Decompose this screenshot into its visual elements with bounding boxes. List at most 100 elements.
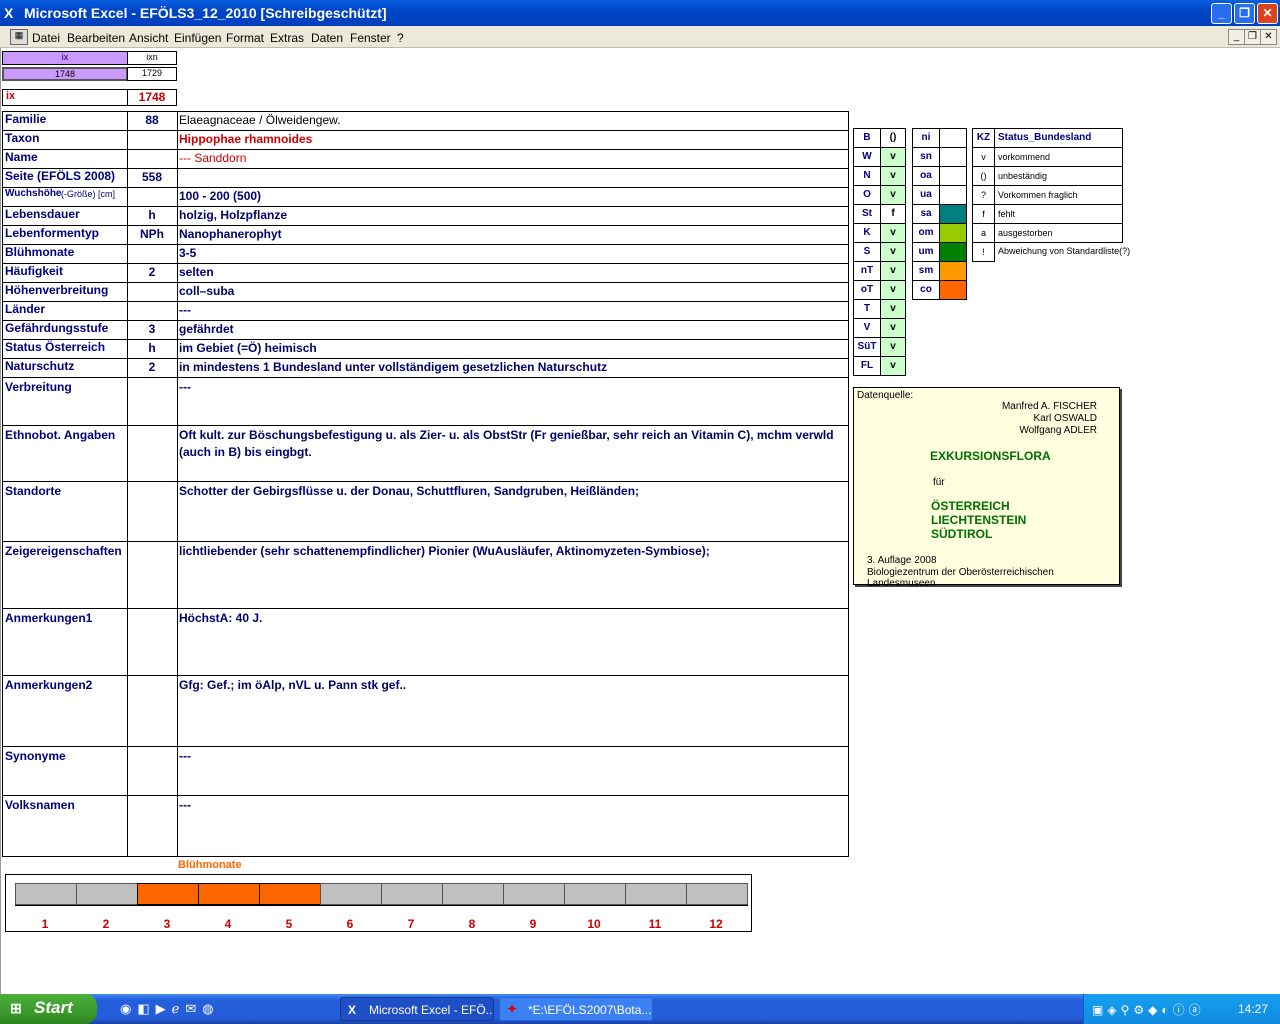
task-excel[interactable]: X Microsoft Excel - EFÖ... bbox=[340, 997, 494, 1021]
region-status-cell[interactable]: f bbox=[880, 204, 906, 224]
row-code[interactable]: NPh bbox=[127, 227, 177, 241]
altitude-color-cell[interactable] bbox=[939, 147, 967, 167]
tray-icons[interactable]: ▣◈⚲⚙◆◐ⓘⓐ bbox=[1092, 1001, 1205, 1018]
altitude-code-cell[interactable]: ni bbox=[912, 128, 940, 148]
month-bar-7[interactable] bbox=[381, 883, 443, 905]
altitude-code-cell[interactable]: ua bbox=[912, 185, 940, 205]
row-code[interactable]: 2 bbox=[127, 360, 177, 374]
doc-close-button[interactable]: ✕ bbox=[1260, 29, 1277, 45]
ix-number-cell[interactable]: 1748 bbox=[127, 89, 177, 106]
row-value[interactable]: coll–suba bbox=[179, 284, 234, 298]
region-code-cell[interactable]: St bbox=[853, 204, 881, 224]
menu-ansicht[interactable]: Ansicht bbox=[129, 31, 168, 45]
region-code-cell[interactable]: FL bbox=[853, 356, 881, 376]
row-value[interactable]: 100 - 200 (500) bbox=[179, 189, 261, 203]
row-value[interactable]: gefährdet bbox=[179, 322, 234, 336]
row-value[interactable]: Nanophanerophyt bbox=[179, 227, 282, 241]
task-browser[interactable]: ✦ *E:\EFÖLS2007\Bota... bbox=[499, 997, 653, 1021]
menu-datei[interactable]: Datei bbox=[32, 31, 60, 45]
big-row-value[interactable]: --- bbox=[179, 749, 191, 763]
row-value[interactable]: 3-5 bbox=[179, 246, 196, 260]
row-code[interactable]: 3 bbox=[127, 322, 177, 336]
region-status-cell[interactable]: () bbox=[880, 128, 906, 148]
region-code-cell[interactable]: T bbox=[853, 299, 881, 319]
region-code-cell[interactable]: V bbox=[853, 318, 881, 338]
ix-label-cell[interactable]: ix bbox=[2, 89, 128, 106]
row-value[interactable]: --- bbox=[179, 303, 191, 317]
altitude-code-cell[interactable]: um bbox=[912, 242, 940, 262]
region-status-cell[interactable]: v bbox=[880, 166, 906, 186]
row-value[interactable]: Elaeagnaceae / Ölweidengew. bbox=[179, 113, 340, 127]
row-value[interactable]: selten bbox=[179, 265, 214, 279]
region-status-cell[interactable]: v bbox=[880, 299, 906, 319]
region-code-cell[interactable]: nT bbox=[853, 261, 881, 281]
altitude-code-cell[interactable]: co bbox=[912, 280, 940, 300]
altitude-color-cell[interactable] bbox=[939, 280, 967, 300]
ix-header-cell[interactable]: ix bbox=[2, 51, 128, 65]
altitude-code-cell[interactable]: om bbox=[912, 223, 940, 243]
altitude-color-cell[interactable] bbox=[939, 242, 967, 262]
close-button[interactable]: ✕ bbox=[1257, 3, 1278, 24]
row-value[interactable]: --- Sanddorn bbox=[179, 151, 246, 165]
month-bar-11[interactable] bbox=[625, 883, 687, 905]
row-value[interactable]: im Gebiet (=Ö) heimisch bbox=[179, 341, 317, 355]
restore-button[interactable]: ❐ bbox=[1234, 3, 1255, 24]
big-row-value[interactable]: Gfg: Gef.; im öAlp, nVL u. Pann stk gef.… bbox=[179, 678, 406, 692]
ix-value-cell[interactable]: 1748 bbox=[2, 67, 128, 81]
workbook-icon[interactable]: ▦ bbox=[10, 29, 28, 45]
big-row-value[interactable]: Oft kult. zur Böschungsbefestigung u. al… bbox=[179, 428, 834, 442]
region-code-cell[interactable]: S bbox=[853, 242, 881, 262]
month-bar-1[interactable] bbox=[15, 883, 77, 905]
altitude-color-cell[interactable] bbox=[939, 185, 967, 205]
big-row-value-2[interactable]: (auch in B) bis eingbgt. bbox=[179, 445, 312, 459]
region-status-cell[interactable]: v bbox=[880, 147, 906, 167]
altitude-color-cell[interactable] bbox=[939, 223, 967, 243]
region-code-cell[interactable]: K bbox=[853, 223, 881, 243]
region-code-cell[interactable]: N bbox=[853, 166, 881, 186]
region-code-cell[interactable]: B bbox=[853, 128, 881, 148]
big-row-value[interactable]: HöchstA: 40 J. bbox=[179, 611, 262, 625]
menu-daten[interactable]: Daten bbox=[311, 31, 343, 45]
month-bar-6[interactable] bbox=[320, 883, 382, 905]
region-status-cell[interactable]: v bbox=[880, 280, 906, 300]
doc-restore-button[interactable]: ❐ bbox=[1244, 29, 1261, 45]
ixn-header-cell[interactable]: ixn bbox=[127, 51, 177, 65]
big-row-value[interactable]: --- bbox=[179, 380, 191, 394]
region-status-cell[interactable]: v bbox=[880, 318, 906, 338]
ixn-value-cell[interactable]: 1729 bbox=[127, 67, 177, 81]
quicklaunch-icons[interactable]: ◉◧▶ℯ✉◍ bbox=[120, 1001, 220, 1017]
altitude-color-cell[interactable] bbox=[939, 204, 967, 224]
region-status-cell[interactable]: v bbox=[880, 356, 906, 376]
region-status-cell[interactable]: v bbox=[880, 242, 906, 262]
month-bar-3[interactable] bbox=[137, 883, 199, 905]
region-code-cell[interactable]: W bbox=[853, 147, 881, 167]
month-bar-10[interactable] bbox=[564, 883, 626, 905]
altitude-color-cell[interactable] bbox=[939, 261, 967, 281]
row-value[interactable]: in mindestens 1 Bundesland unter vollstä… bbox=[179, 360, 607, 374]
row-code[interactable]: 88 bbox=[127, 113, 177, 127]
worksheet[interactable]: ix ixn 1748 1729 ix 1748 Datenquelle: Ma… bbox=[0, 48, 1280, 994]
menu-help[interactable]: ? bbox=[397, 31, 404, 45]
month-bar-2[interactable] bbox=[76, 883, 138, 905]
month-bar-9[interactable] bbox=[503, 883, 565, 905]
month-bar-8[interactable] bbox=[442, 883, 504, 905]
row-code[interactable]: 558 bbox=[127, 170, 177, 184]
row-value[interactable]: Hippophae rhamnoides bbox=[179, 132, 312, 146]
region-code-cell[interactable]: oT bbox=[853, 280, 881, 300]
row-code[interactable]: 2 bbox=[127, 265, 177, 279]
menu-fenster[interactable]: Fenster bbox=[350, 31, 391, 45]
region-code-cell[interactable]: SüT bbox=[853, 337, 881, 357]
region-status-cell[interactable]: v bbox=[880, 337, 906, 357]
menu-einfuegen[interactable]: Einfügen bbox=[174, 31, 221, 45]
month-bar-12[interactable] bbox=[686, 883, 748, 905]
month-bar-4[interactable] bbox=[198, 883, 260, 905]
altitude-code-cell[interactable]: sm bbox=[912, 261, 940, 281]
menu-format[interactable]: Format bbox=[226, 31, 264, 45]
bloom-month-chart[interactable]: 1 2 3 4 5 6 7 8 9 10 11 12 bbox=[5, 874, 752, 932]
row-value[interactable]: holzig, Holzpflanze bbox=[179, 208, 287, 222]
big-row-value[interactable]: lichtliebender (sehr schattenempfindlich… bbox=[179, 544, 710, 558]
minimize-button[interactable]: _ bbox=[1211, 3, 1232, 24]
start-button[interactable]: ⊞ Start bbox=[0, 994, 97, 1024]
altitude-code-cell[interactable]: sn bbox=[912, 147, 940, 167]
region-status-cell[interactable]: v bbox=[880, 223, 906, 243]
